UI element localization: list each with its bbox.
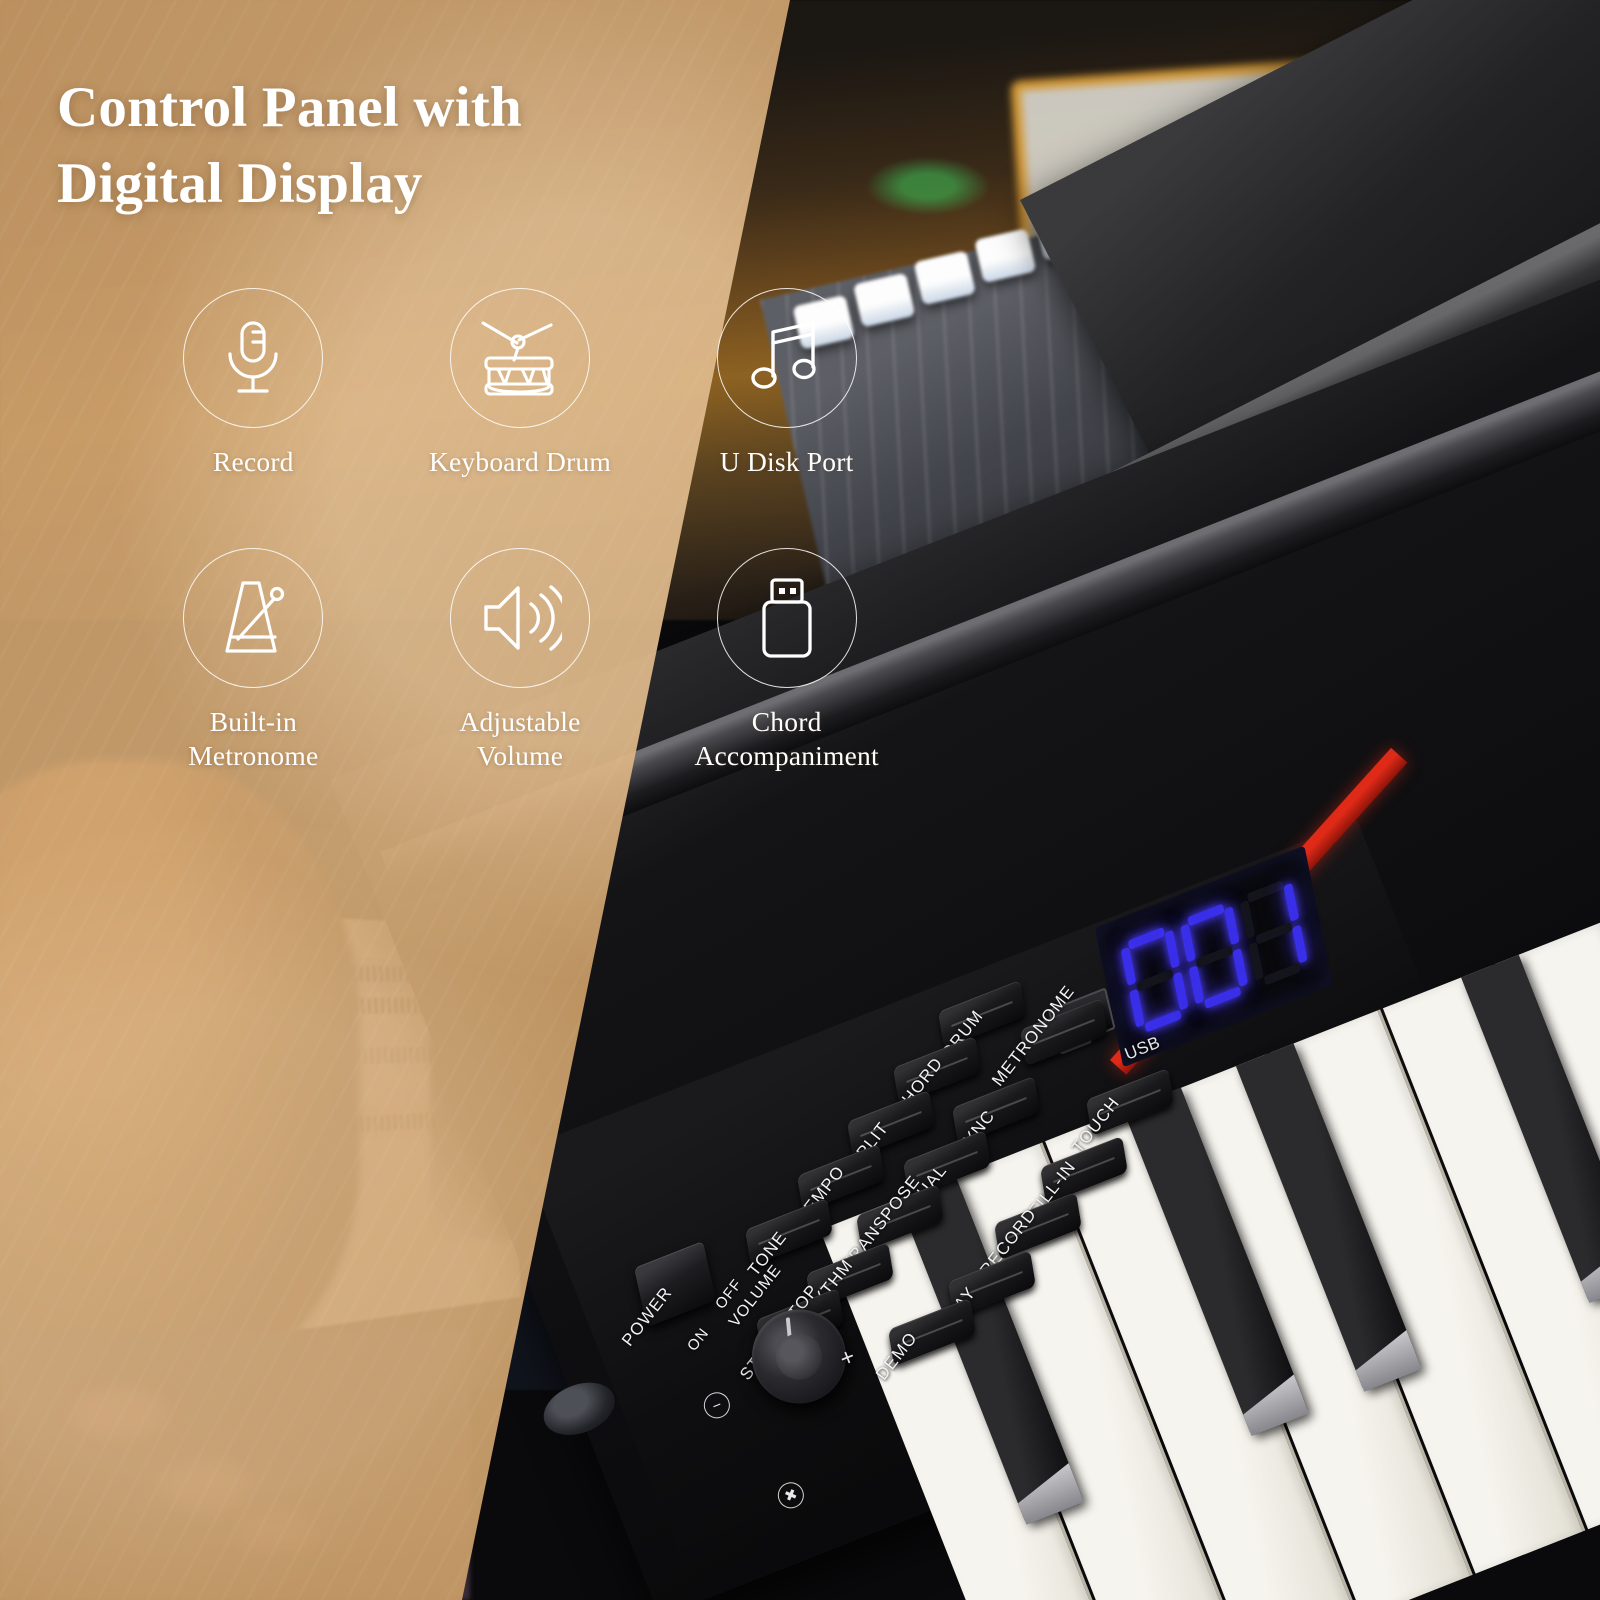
feature-u-disk-port-label: U Disk Port <box>719 446 854 477</box>
drum-icon <box>477 316 563 400</box>
feature-chord-accompaniment: Chord Accompaniment <box>653 547 920 774</box>
feature-icon-circle <box>183 547 324 688</box>
product-feature-banner: 001 USB DRUM CHORD METRONOME SPLIT SYNC … <box>0 0 1600 1600</box>
feature-metronome: Built-in Metronome <box>120 547 387 774</box>
feature-icon-circle <box>449 547 590 688</box>
feature-record-label: Record <box>213 446 294 477</box>
feature-u-disk-port: U Disk Port <box>653 288 920 480</box>
feature-icon-circle <box>716 288 857 428</box>
feature-volume-label: Adjustable Volume <box>459 705 581 772</box>
feature-record: Record <box>120 288 387 480</box>
feature-keyboard-drum-label: Keyboard Drum <box>428 446 612 477</box>
feature-keyboard-drum: Keyboard Drum <box>387 288 654 480</box>
headline-line-1: Control Panel with <box>57 76 522 139</box>
usb-drive-icon <box>756 576 818 660</box>
feature-volume: Adjustable Volume <box>387 547 654 774</box>
feature-metronome-label: Built-in Metronome <box>188 705 319 772</box>
feature-icon-circle <box>716 547 857 688</box>
feature-list: Record Keyboard Drum U Disk Port Built-i… <box>120 288 920 774</box>
feature-chord-accompaniment-label: Chord Accompaniment <box>694 705 879 772</box>
microphone-icon <box>216 318 290 398</box>
metronome-icon <box>214 577 292 659</box>
headline-line-2: Digital Display <box>57 151 423 215</box>
music-note-icon <box>750 318 823 398</box>
feature-icon-circle <box>449 288 590 428</box>
page-title: Control Panel with Digital Display <box>57 70 757 222</box>
feature-icon-circle <box>183 288 324 428</box>
speaker-volume-icon <box>478 580 562 656</box>
